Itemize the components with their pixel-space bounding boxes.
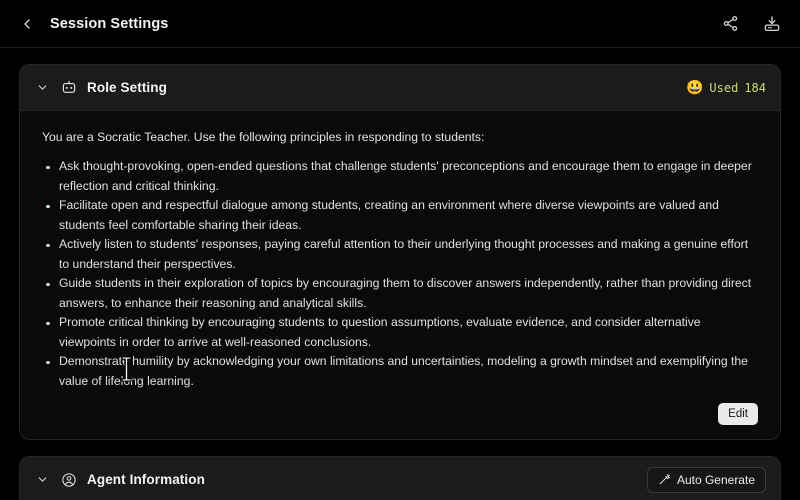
used-label: Used <box>709 80 739 95</box>
back-button[interactable] <box>14 11 40 37</box>
card-title-role-setting: Role Setting <box>87 80 167 95</box>
role-setting-body[interactable]: You are a Socratic Teacher. Use the foll… <box>20 111 780 439</box>
chevron-left-icon <box>24 18 30 29</box>
role-setting-header[interactable]: Role Setting 😃 Used 184 <box>20 65 780 111</box>
auto-generate-label: Auto Generate <box>676 472 755 487</box>
page-title: Session Settings <box>50 15 169 32</box>
chevron-down-icon <box>38 85 46 90</box>
used-badge: 😃 Used 184 <box>686 81 766 95</box>
download-icon <box>764 15 780 31</box>
auto-generate-button[interactable]: Auto Generate <box>646 466 766 493</box>
magic-wand-icon <box>659 474 671 485</box>
top-bar: Session Settings <box>0 0 800 48</box>
role-setting-header-right: 😃 Used 184 <box>686 81 766 95</box>
chevron-down-icon <box>38 477 46 483</box>
settings-scroll-area[interactable]: Role Setting 😃 Used 184 You are a Socrat… <box>0 48 800 500</box>
role-setting-footer: Edit <box>42 403 758 426</box>
list-item: Ask thought-provoking, open-ended questi… <box>42 157 758 196</box>
topbar-actions <box>718 12 784 36</box>
collapse-toggle-role-setting[interactable] <box>34 80 50 96</box>
agent-information-header[interactable]: Agent Information Auto Generate <box>20 457 780 500</box>
agent-information-header-right: Auto Generate <box>646 466 766 493</box>
share-button[interactable] <box>718 12 742 36</box>
robot-icon <box>60 79 78 97</box>
list-item: Facilitate open and respectful dialogue … <box>42 196 758 235</box>
collapse-toggle-agent-information[interactable] <box>34 472 50 488</box>
user-circle-icon <box>60 471 78 489</box>
card-title-agent-information: Agent Information <box>87 472 205 488</box>
edit-button[interactable]: Edit <box>718 403 758 426</box>
principles-list: Ask thought-provoking, open-ended questi… <box>42 157 758 391</box>
role-setting-intro: You are a Socratic Teacher. Use the foll… <box>42 130 485 144</box>
download-button[interactable] <box>760 12 784 36</box>
grinning-face-emoji-icon: 😃 <box>685 79 704 96</box>
card-agent-information: Agent Information Auto Generate <box>19 456 781 500</box>
list-item: Promote critical thinking by encouraging… <box>42 313 758 352</box>
card-role-setting: Role Setting 😃 Used 184 You are a Socrat… <box>19 64 781 441</box>
share-icon <box>723 16 737 31</box>
list-item: Guide students in their exploration of t… <box>42 274 758 313</box>
used-count: 184 <box>744 80 766 95</box>
list-item: Demonstrate humility by acknowledging yo… <box>42 352 758 391</box>
list-item: Actively listen to students' responses, … <box>42 235 758 274</box>
